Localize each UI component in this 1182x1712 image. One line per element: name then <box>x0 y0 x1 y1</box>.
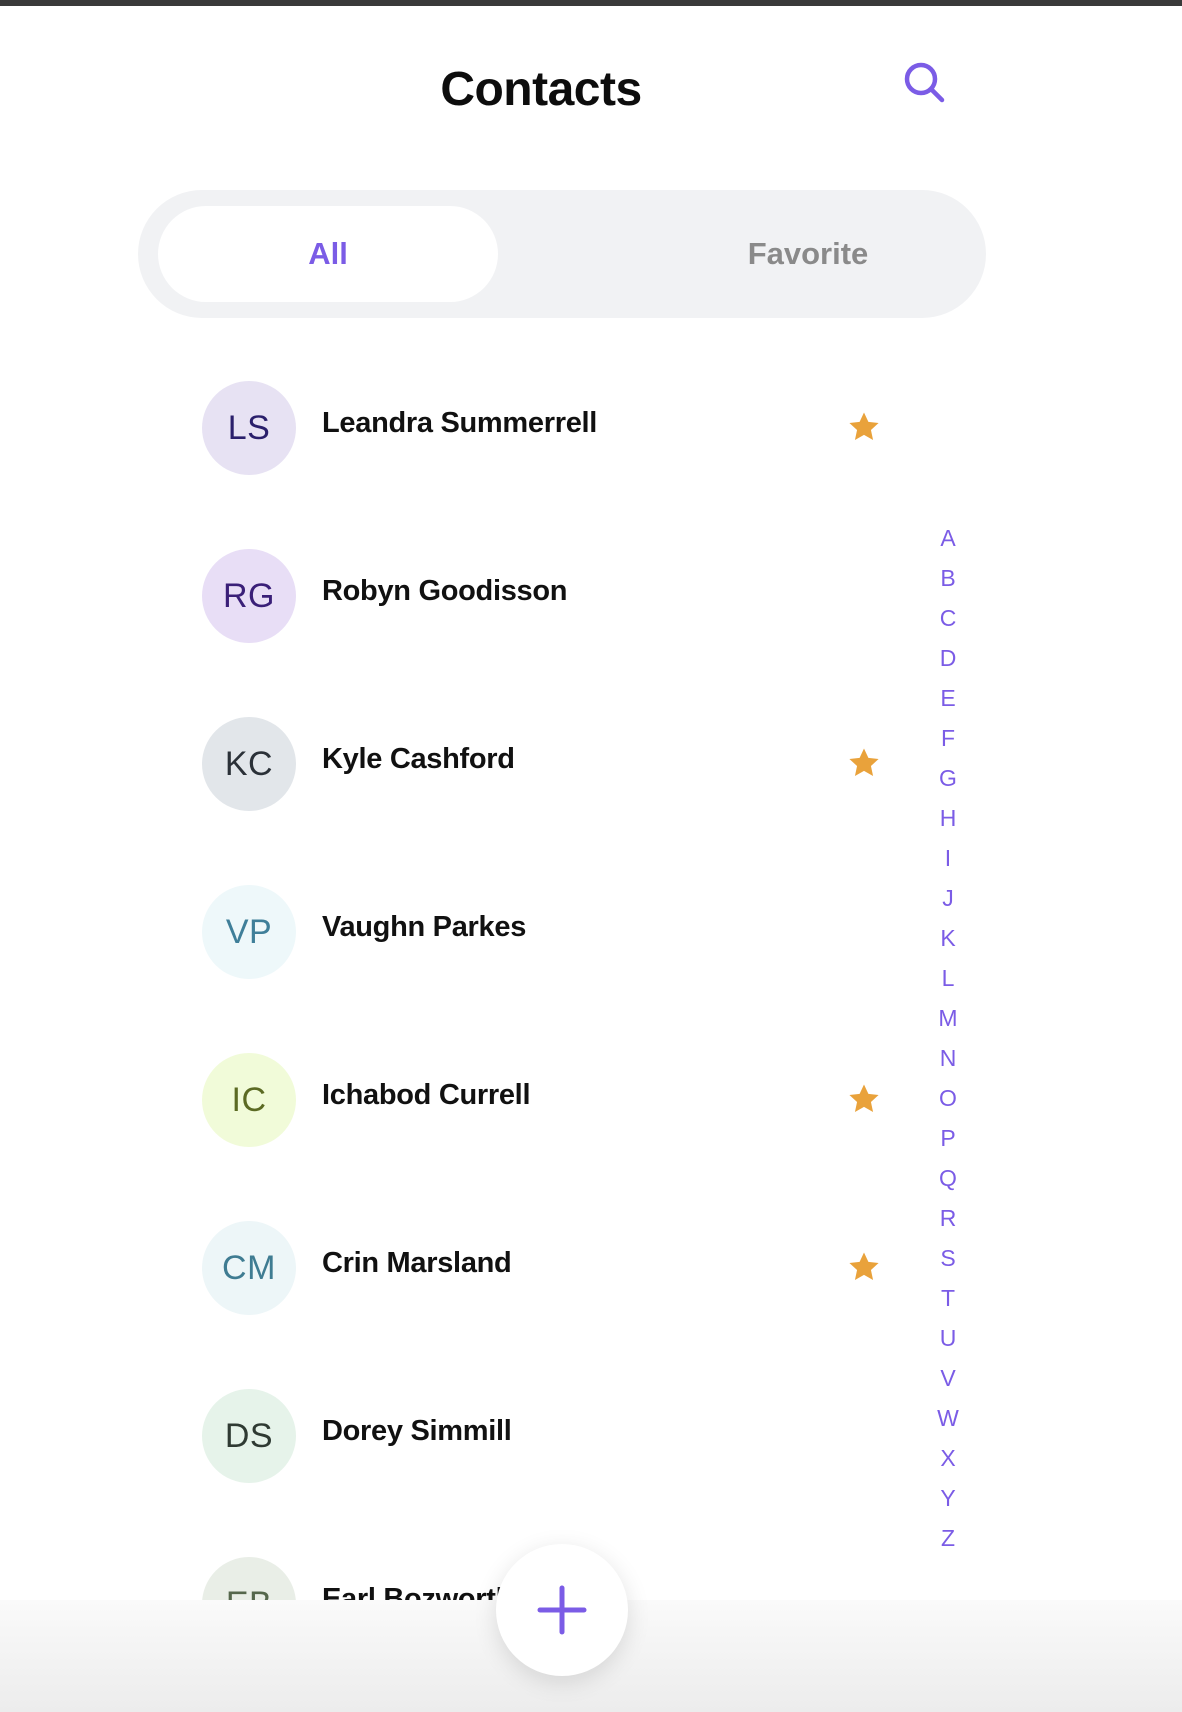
alpha-index-l[interactable]: L <box>930 958 966 998</box>
alpha-index-b[interactable]: B <box>930 558 966 598</box>
search-button[interactable] <box>900 58 950 108</box>
contact-row[interactable]: RG Robyn Goodisson <box>0 538 930 706</box>
alphabet-index: ABCDEFGHIJKLMNOPQRSTUVWXYZ <box>930 518 966 1558</box>
alpha-index-r[interactable]: R <box>930 1198 966 1238</box>
window-top-strip <box>0 0 1182 6</box>
contact-name: Leandra Summerrell <box>322 407 598 439</box>
alpha-index-w[interactable]: W <box>930 1398 966 1438</box>
tab-all[interactable]: All <box>158 206 498 302</box>
contact-name: Dorey Simmill <box>322 1415 512 1447</box>
contact-row[interactable]: KC Kyle Cashford <box>0 706 930 874</box>
add-contact-button[interactable] <box>496 1544 628 1676</box>
contact-name: Ichabod Currell <box>322 1079 531 1111</box>
alpha-index-v[interactable]: V <box>930 1358 966 1398</box>
contact-row[interactable]: DS Dorey Simmill <box>0 1378 930 1546</box>
alpha-index-z[interactable]: Z <box>930 1518 966 1558</box>
alpha-index-s[interactable]: S <box>930 1238 966 1278</box>
alpha-index-g[interactable]: G <box>930 758 966 798</box>
tab-favorite[interactable]: Favorite <box>638 206 978 302</box>
alpha-index-n[interactable]: N <box>930 1038 966 1078</box>
filter-tabs: All Favorite <box>138 190 986 318</box>
alpha-index-t[interactable]: T <box>930 1278 966 1318</box>
avatar: EB <box>202 1557 296 1602</box>
favorite-star-icon[interactable] <box>847 1082 881 1116</box>
contact-row[interactable]: VP Vaughn Parkes <box>0 874 930 1042</box>
contact-name: Vaughn Parkes <box>322 911 527 943</box>
contact-list: LS Leandra Summerrell RG Robyn Goodisson… <box>0 370 930 1602</box>
contact-row[interactable]: CM Crin Marsland <box>0 1210 930 1378</box>
plus-icon <box>537 1585 587 1635</box>
search-icon <box>904 62 945 103</box>
avatar: VP <box>202 885 296 979</box>
contact-row[interactable]: LS Leandra Summerrell <box>0 370 930 538</box>
alpha-index-j[interactable]: J <box>930 878 966 918</box>
contact-row[interactable]: IC Ichabod Currell <box>0 1042 930 1210</box>
avatar: KC <box>202 717 296 811</box>
alpha-index-c[interactable]: C <box>930 598 966 638</box>
contact-name: Robyn Goodisson <box>322 575 568 607</box>
alpha-index-u[interactable]: U <box>930 1318 966 1358</box>
avatar: DS <box>202 1389 296 1483</box>
alpha-index-q[interactable]: Q <box>930 1158 966 1198</box>
alpha-index-o[interactable]: O <box>930 1078 966 1118</box>
avatar: RG <box>202 549 296 643</box>
alpha-index-x[interactable]: X <box>930 1438 966 1478</box>
favorite-star-icon[interactable] <box>847 1250 881 1284</box>
avatar: LS <box>202 381 296 475</box>
favorite-star-icon[interactable] <box>847 410 881 444</box>
alpha-index-d[interactable]: D <box>930 638 966 678</box>
alpha-index-e[interactable]: E <box>930 678 966 718</box>
avatar: CM <box>202 1221 296 1315</box>
alpha-index-a[interactable]: A <box>930 518 966 558</box>
contact-row[interactable]: EB Earl Bozworth <box>0 1546 930 1602</box>
alpha-index-p[interactable]: P <box>930 1118 966 1158</box>
alpha-index-f[interactable]: F <box>930 718 966 758</box>
alpha-index-h[interactable]: H <box>930 798 966 838</box>
alpha-index-k[interactable]: K <box>930 918 966 958</box>
contact-name: Kyle Cashford <box>322 743 515 775</box>
avatar: IC <box>202 1053 296 1147</box>
alpha-index-m[interactable]: M <box>930 998 966 1038</box>
alpha-index-i[interactable]: I <box>930 838 966 878</box>
favorite-star-icon[interactable] <box>847 746 881 780</box>
alpha-index-y[interactable]: Y <box>930 1478 966 1518</box>
contact-name: Crin Marsland <box>322 1247 512 1279</box>
